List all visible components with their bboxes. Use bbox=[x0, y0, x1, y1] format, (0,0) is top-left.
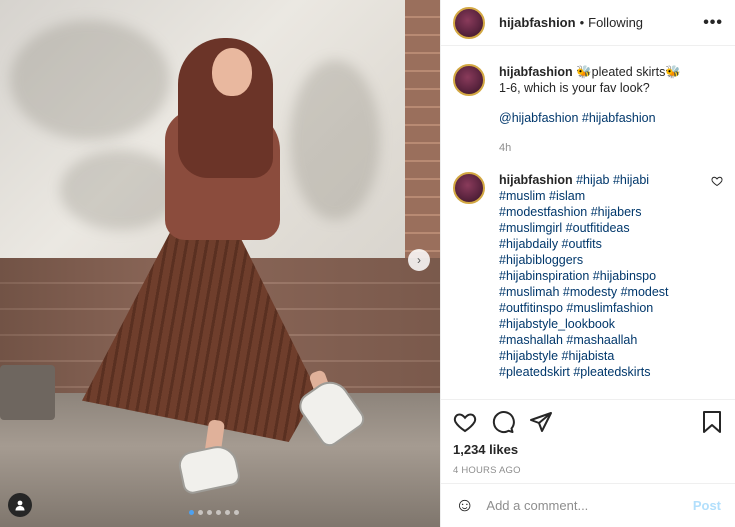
likes-count[interactable]: 1,234 likes bbox=[453, 442, 723, 457]
stone-step bbox=[0, 365, 55, 420]
caption-username[interactable]: hijabfashion bbox=[499, 65, 573, 79]
comment-like-icon[interactable] bbox=[711, 175, 723, 380]
post-timestamp[interactable]: 4 HOURS AGO bbox=[453, 465, 723, 476]
hashtag-line[interactable]: #muslimgirl #outfitideas bbox=[499, 220, 697, 236]
more-icon[interactable]: ••• bbox=[703, 14, 723, 32]
following-button[interactable]: Following bbox=[588, 15, 643, 30]
caption-question: 1-6, which is your fav look? bbox=[499, 81, 650, 95]
comment-body: hijabfashion #hijab #hijabi #muslim #isl… bbox=[499, 172, 697, 380]
carousel-dot bbox=[198, 510, 203, 515]
carousel-dot bbox=[234, 510, 239, 515]
post-actions: 1,234 likes 4 HOURS AGO bbox=[441, 399, 735, 483]
carousel-dot bbox=[225, 510, 230, 515]
header-separator: • bbox=[579, 15, 585, 30]
instagram-post: › hijabfashion • Following ••• hijabfash… bbox=[0, 0, 735, 527]
figure-face bbox=[212, 48, 252, 96]
carousel-dot bbox=[216, 510, 221, 515]
carousel-dot bbox=[189, 510, 194, 515]
comment-input[interactable] bbox=[486, 498, 693, 513]
hashtag-line[interactable]: #hijabstyle_lookbook bbox=[499, 316, 697, 332]
photo-shadow bbox=[290, 60, 380, 220]
carousel-dot bbox=[207, 510, 212, 515]
post-comment-button[interactable]: Post bbox=[693, 498, 721, 513]
save-icon[interactable] bbox=[701, 410, 723, 434]
photo-shadow bbox=[60, 150, 180, 230]
caption: hijabfashion 🐝pleated skirts🐝 1-6, which… bbox=[453, 64, 723, 156]
hashtag-line[interactable]: #outfitinspo #muslimfashion bbox=[499, 300, 697, 316]
hashtag-line[interactable]: #hijab #hijabi bbox=[576, 173, 649, 187]
hashtag-line[interactable]: #muslim #islam bbox=[499, 188, 697, 204]
header-username[interactable]: hijabfashion bbox=[499, 15, 576, 30]
add-comment-bar: ☺ Post bbox=[441, 483, 735, 527]
post-photo[interactable]: › bbox=[0, 0, 440, 527]
hashtag-line[interactable]: #muslimah #modesty #modest bbox=[499, 284, 697, 300]
hashtag-line[interactable]: #pleatedskirt #pleatedskirts bbox=[499, 364, 697, 380]
avatar[interactable] bbox=[453, 64, 485, 96]
hashtag-line[interactable]: #mashallah #mashaallah bbox=[499, 332, 697, 348]
emoji-icon[interactable]: ☺ bbox=[455, 495, 474, 517]
carousel-dots bbox=[189, 510, 239, 515]
caption-body: hijabfashion 🐝pleated skirts🐝 1-6, which… bbox=[499, 64, 723, 156]
share-icon[interactable] bbox=[529, 410, 553, 434]
photo-shadow bbox=[10, 20, 170, 140]
avatar[interactable] bbox=[453, 6, 485, 39]
action-bar bbox=[453, 408, 723, 436]
hashtag-line[interactable]: #hijabdaily #outfits bbox=[499, 236, 697, 252]
comment-item: hijabfashion #hijab #hijabi #muslim #isl… bbox=[453, 172, 723, 380]
carousel-next-icon[interactable]: › bbox=[408, 249, 430, 271]
hashtag-line[interactable]: #modestfashion #hijabers bbox=[499, 204, 697, 220]
post-side-panel: hijabfashion • Following ••• hijabfashio… bbox=[440, 0, 735, 527]
caption-mentions[interactable]: @hijabfashion #hijabfashion bbox=[499, 110, 723, 126]
comment-icon[interactable] bbox=[491, 410, 515, 434]
post-header: hijabfashion • Following ••• bbox=[441, 0, 735, 46]
hashtag-line[interactable]: #hijabinspiration #hijabinspo bbox=[499, 268, 697, 284]
hashtag-line[interactable]: #hijabstyle #hijabista bbox=[499, 348, 697, 364]
avatar[interactable] bbox=[453, 172, 485, 204]
hashtag-line[interactable]: #hijabibloggers bbox=[499, 252, 697, 268]
comment-username[interactable]: hijabfashion bbox=[499, 173, 573, 187]
user-tag-icon[interactable] bbox=[8, 493, 32, 517]
heart-icon[interactable] bbox=[453, 410, 477, 434]
caption-text: 🐝pleated skirts🐝 bbox=[576, 65, 681, 79]
comments-list[interactable]: hijabfashion 🐝pleated skirts🐝 1-6, which… bbox=[441, 46, 735, 399]
caption-time[interactable]: 4h bbox=[499, 140, 723, 156]
